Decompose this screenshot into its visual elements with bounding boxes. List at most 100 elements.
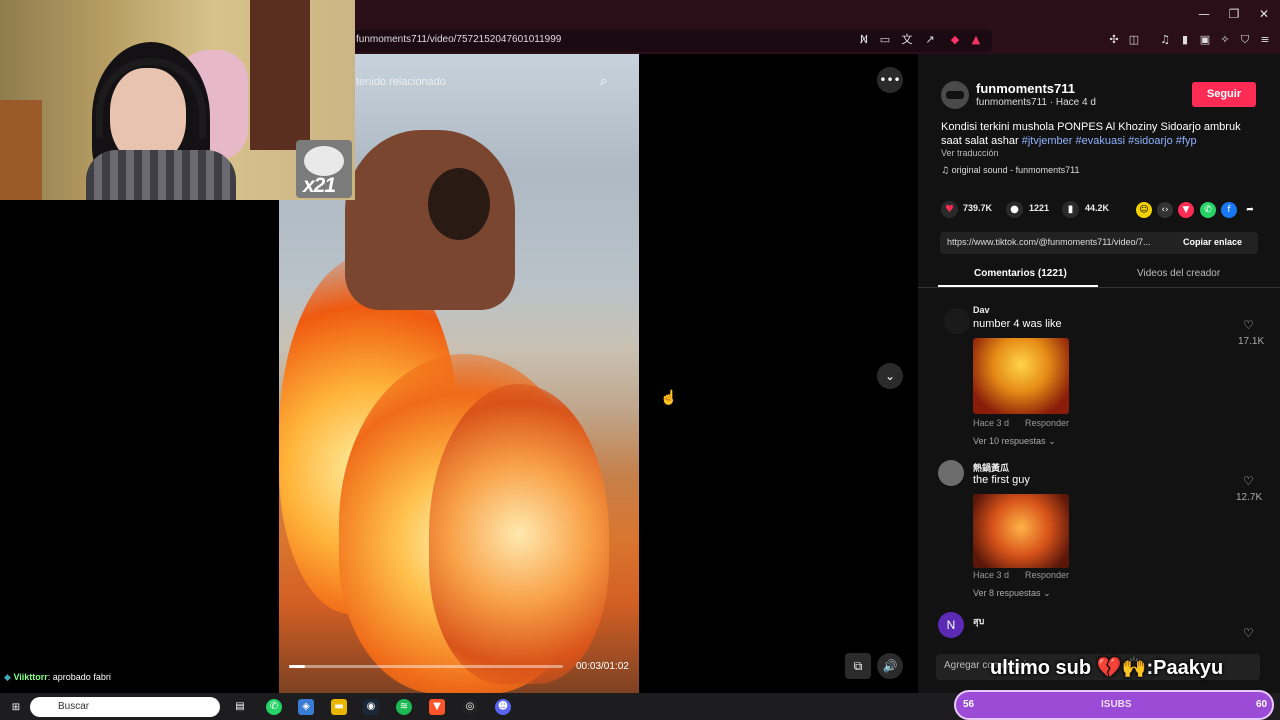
screen: — ❐ ✕ funmoments711/video/75721520476010… bbox=[0, 0, 1280, 720]
like-icon[interactable]: ♥ bbox=[941, 201, 958, 218]
taskbar-search-label[interactable]: Buscar bbox=[58, 701, 89, 712]
comment-icon[interactable]: ● bbox=[1006, 201, 1023, 218]
copilot-icon[interactable]: ◈ bbox=[298, 699, 314, 715]
brave-taskbar-icon[interactable]: ▼ bbox=[429, 699, 445, 715]
comment-avatar[interactable] bbox=[938, 460, 964, 486]
share-page-icon[interactable]: ↗ bbox=[922, 33, 938, 47]
comment-author[interactable]: 熱鍋黃瓜 bbox=[973, 461, 1009, 474]
cat-counter: x21 bbox=[303, 174, 336, 197]
video-progress-fill bbox=[289, 665, 306, 668]
comment-heart-icon[interactable]: ♡ bbox=[1243, 626, 1254, 640]
copy-link-button[interactable]: Copiar enlace bbox=[1183, 237, 1242, 247]
view-replies-label: Ver 8 respuestas bbox=[973, 588, 1041, 598]
creator-username[interactable]: funmoments711 bbox=[976, 81, 1075, 96]
follow-button[interactable]: Seguir bbox=[1192, 82, 1256, 107]
obs-icon[interactable]: ◎ bbox=[462, 699, 478, 715]
comment-heart-icon[interactable]: ♡ bbox=[1243, 318, 1254, 332]
video-time: 00:03/01:02 bbox=[576, 661, 629, 672]
chat-text: : aprobado fabri bbox=[47, 672, 111, 682]
facebook-icon[interactable]: f bbox=[1221, 202, 1237, 218]
tab-divider bbox=[918, 287, 1280, 288]
view-replies-label: Ver 10 respuestas bbox=[973, 436, 1046, 446]
spotify-icon[interactable]: ≋ bbox=[396, 699, 412, 715]
webcam-dresser bbox=[0, 100, 42, 200]
see-translation-link[interactable]: Ver traducción bbox=[941, 148, 999, 158]
task-view-icon[interactable]: ▤ bbox=[232, 699, 248, 715]
no-translate-icon[interactable]: N̸ bbox=[856, 33, 872, 47]
comment-like-count: 12.7K bbox=[1236, 492, 1263, 503]
webcam-door bbox=[250, 0, 310, 150]
file-explorer-icon[interactable]: ▬ bbox=[331, 699, 347, 715]
sidebar-icon[interactable]: ▮ bbox=[1177, 33, 1193, 47]
tab-creator-videos[interactable]: Videos del creador bbox=[1137, 268, 1220, 279]
volume-icon[interactable]: 🔊 bbox=[877, 653, 903, 679]
whatsapp-icon[interactable]: ✆ bbox=[1200, 202, 1216, 218]
vpn-icon[interactable]: ⛉ bbox=[1237, 33, 1253, 47]
chevron-down-icon: ⌄ bbox=[1043, 588, 1051, 598]
comment-like-count: 17.1K bbox=[1238, 336, 1265, 347]
brave-shield-icon[interactable]: ◆ bbox=[947, 33, 963, 47]
related-content-label[interactable]: tenido relacionado bbox=[356, 76, 446, 88]
menu-icon[interactable]: ≡ bbox=[1257, 33, 1273, 47]
comment-text: the first guy bbox=[973, 474, 1030, 486]
comment-image[interactable] bbox=[973, 494, 1069, 568]
cast-icon[interactable]: ▭ bbox=[877, 33, 893, 47]
screenshot-icon[interactable]: ◫ bbox=[1126, 33, 1142, 47]
video-link[interactable]: https://www.tiktok.com/@funmoments711/vi… bbox=[947, 237, 1171, 247]
brave-rewards-icon[interactable]: ▲ bbox=[968, 33, 984, 47]
comment-time: Hace 3 d bbox=[973, 570, 1010, 580]
video-progress-bar[interactable] bbox=[289, 665, 563, 668]
creator-subline: funmoments711 · Hace 4 d bbox=[976, 97, 1096, 108]
share-arrow-icon[interactable]: ➦ bbox=[1242, 202, 1258, 218]
minimize-button[interactable]: — bbox=[1189, 6, 1219, 22]
creator-avatar[interactable] bbox=[941, 81, 969, 109]
close-window-button[interactable]: ✕ bbox=[1249, 6, 1279, 22]
comment-heart-icon[interactable]: ♡ bbox=[1243, 474, 1254, 488]
sound-name[interactable]: original sound - funmoments711 bbox=[952, 165, 1080, 175]
comment-count: 1221 bbox=[1029, 203, 1050, 213]
more-options-icon[interactable]: ••• bbox=[877, 67, 903, 93]
view-replies-link[interactable]: Ver 10 respuestas ⌄ bbox=[973, 436, 1056, 447]
comment-image[interactable] bbox=[973, 338, 1069, 414]
comment-time: Hace 3 d bbox=[973, 418, 1010, 428]
discord-icon[interactable]: ☻ bbox=[495, 699, 511, 715]
reply-button[interactable]: Responder bbox=[1025, 418, 1069, 428]
url-text[interactable]: funmoments711/video/7572152047601011999 bbox=[356, 34, 561, 45]
chat-message: ◆ Viikttorr: aprobado fabri bbox=[4, 672, 111, 683]
whatsapp-taskbar-icon[interactable]: ✆ bbox=[266, 699, 282, 715]
sub-goal-current: 56 bbox=[963, 699, 975, 710]
sound-row[interactable]: ♫ original sound - funmoments711 bbox=[941, 165, 1080, 176]
windows-start-icon[interactable]: ⊞ bbox=[8, 700, 24, 716]
comment-avatar[interactable]: N bbox=[938, 612, 964, 638]
comment-avatar[interactable] bbox=[944, 308, 970, 334]
send-icon[interactable]: ▼ bbox=[1178, 202, 1194, 218]
comment-author[interactable]: สุบ bbox=[973, 614, 984, 628]
music-icon[interactable]: ♫ bbox=[1157, 33, 1173, 47]
next-video-chevron-icon[interactable]: ⌄ bbox=[877, 363, 903, 389]
bookmark-icon[interactable]: ▮ bbox=[1062, 201, 1079, 218]
floating-player-icon[interactable]: ⧉ bbox=[845, 653, 871, 679]
mouse-cursor-icon: ☝ bbox=[660, 389, 678, 405]
caption-hashtags[interactable]: #jtvjember #evakuasi #sidoarjo #fyp bbox=[1022, 135, 1197, 147]
embed-icon[interactable]: ‹› bbox=[1157, 202, 1173, 218]
steam-icon[interactable]: ◉ bbox=[363, 699, 379, 715]
video-person-head bbox=[428, 168, 490, 240]
view-replies-link[interactable]: Ver 8 respuestas ⌄ bbox=[973, 588, 1051, 599]
chat-username: Viikttorr bbox=[13, 672, 48, 682]
tab-active-indicator bbox=[938, 285, 1098, 287]
sub-goal-target: 60 bbox=[1256, 699, 1268, 710]
wallet-icon[interactable]: ▣ bbox=[1197, 33, 1213, 47]
reply-button[interactable]: Responder bbox=[1025, 570, 1069, 580]
emoji-share-icon[interactable]: ☺ bbox=[1136, 202, 1152, 218]
cat-face-icon bbox=[304, 146, 344, 176]
video-search-icon[interactable]: ⌕ bbox=[600, 74, 607, 89]
save-count: 44.2K bbox=[1085, 203, 1110, 213]
post-caption: Kondisi terkini mushola PONPES Al Khozin… bbox=[941, 120, 1241, 148]
music-note-icon: ♫ bbox=[941, 166, 950, 176]
extensions-icon[interactable]: ✣ bbox=[1106, 33, 1122, 47]
leo-ai-icon[interactable]: ✧ bbox=[1217, 33, 1233, 47]
translate-icon[interactable]: 文 bbox=[899, 33, 915, 47]
restore-button[interactable]: ❐ bbox=[1219, 6, 1249, 22]
tab-comments[interactable]: Comentarios (1221) bbox=[974, 268, 1067, 279]
comment-author[interactable]: Dav bbox=[973, 305, 990, 315]
